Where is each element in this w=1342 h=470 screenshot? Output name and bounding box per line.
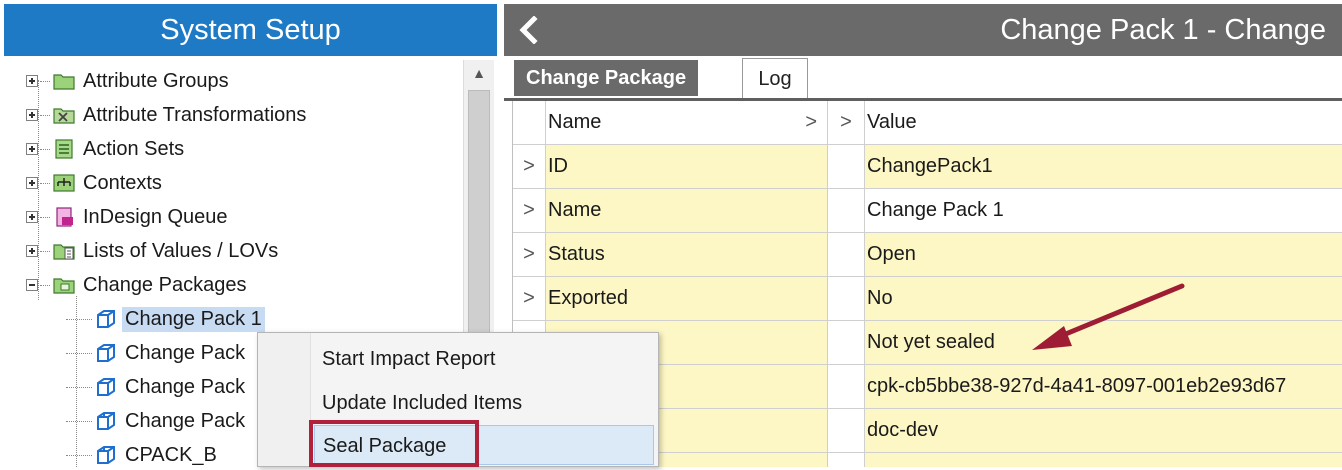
editor-header: Change Pack 1 - Change [504,4,1342,56]
tree-item-lists-of-values[interactable]: Lists of Values / LOVs [26,236,281,266]
tree-item-attribute-groups[interactable]: Attribute Groups [26,66,232,96]
context-menu: Start Impact Report Update Included Item… [257,332,659,467]
row-chevron-icon[interactable]: > [513,233,546,276]
tree-item-indesign-queue[interactable]: InDesign Queue [26,202,231,232]
action-set-icon [52,138,76,160]
change-pack-icon [94,376,118,398]
row-expand-cell [828,409,865,452]
row-name-cell: Name [546,189,828,232]
tab-change-package[interactable]: Change Package [514,60,699,96]
row-value-cell[interactable]: Change Pack 1 [865,189,1342,232]
tree-item-label: Change Pack [125,375,246,398]
row-selector-header [513,101,546,144]
row-name-cell: Status [546,233,828,276]
menu-item-update-included-items[interactable]: Update Included Items [314,383,654,423]
editor-tabs: Change Package Log [504,56,1342,101]
row-name-cell: ID [546,145,828,188]
row-value-cell[interactable]: No [865,277,1342,320]
menu-item-start-impact-report[interactable]: Start Impact Report [314,339,654,379]
chevron-right-icon[interactable]: > [828,101,865,144]
row-expand-cell [828,233,865,276]
package-folder-icon [52,274,76,296]
row-value-cell[interactable]: doc-dev [865,409,1342,452]
tree-item-attribute-transformations[interactable]: Attribute Transformations [26,100,309,130]
grid-header-row: Name > > Value [513,101,1342,145]
row-chevron-icon[interactable]: > [513,189,546,232]
tab-log[interactable]: Log [742,58,808,98]
tree-item-label: Attribute Transformations [83,103,307,126]
tree-item-label: Change Packages [83,273,247,296]
row-chevron-icon[interactable]: > [513,277,546,320]
tree-item-cpack-b[interactable]: CPACK_B [64,440,220,470]
column-header-name[interactable]: Name > [546,101,828,144]
row-value-cell[interactable]: ChangePack1 [865,145,1342,188]
tree-item-label: Action Sets [83,137,185,160]
scroll-thumb[interactable] [468,90,490,350]
column-header-name-label: Name [548,111,602,133]
scroll-up-arrow-icon[interactable]: ▲ [464,60,494,86]
row-expand-cell [828,365,865,408]
expand-icon[interactable] [26,109,38,121]
tree-item-label: Lists of Values / LOVs [83,239,279,262]
change-pack-icon [94,308,118,330]
tree-item-label: Change Pack [125,341,246,364]
tree-item-change-pack[interactable]: Change Pack [64,372,248,402]
row-expand-cell [828,277,865,320]
sealed-pack-icon [94,410,118,432]
editor-title: Change Pack 1 - Change [1000,14,1326,46]
tree-item-change-packages[interactable]: Change Packages [26,270,249,300]
expand-icon[interactable] [26,177,38,189]
sealed-pack-icon [94,444,118,466]
row-expand-cell [828,145,865,188]
system-setup-title: System Setup [4,4,497,56]
row-expand-cell [828,189,865,232]
row-value-cell[interactable]: Open [865,233,1342,276]
tree-item-label: Attribute Groups [83,69,229,92]
context-menu-icon-gutter [258,333,311,466]
tree-item-contexts[interactable]: Contexts [26,168,165,198]
tree-item-action-sets[interactable]: Action Sets [26,134,187,164]
tree-item-change-pack[interactable]: Change Pack [64,406,248,436]
row-chevron-icon[interactable]: > [513,145,546,188]
menu-item-seal-package[interactable]: Seal Package [314,425,654,465]
tree-item-label: Change Pack 1 [122,306,265,332]
tree-item-change-pack[interactable]: Change Pack [64,338,248,368]
tree-item-change-pack-1[interactable]: Change Pack 1 [64,304,265,334]
back-arrow-icon[interactable] [512,12,544,48]
row-name-cell: Exported [546,277,828,320]
row-expand-cell [828,453,865,467]
column-header-value-label: Value [867,111,917,133]
expand-icon[interactable] [26,143,38,155]
context-icon [52,172,76,194]
table-row[interactable]: > Status Open [513,233,1342,277]
change-pack-icon [94,342,118,364]
row-expand-cell [828,321,865,364]
collapse-icon[interactable] [26,279,38,291]
chevron-right-icon[interactable]: > [805,111,817,134]
table-row[interactable]: > Name Change Pack 1 [513,189,1342,233]
table-row[interactable]: > Exported No [513,277,1342,321]
tree-item-label: Contexts [83,171,162,194]
expand-icon[interactable] [26,211,38,223]
lov-icon [52,240,76,262]
folder-icon [52,70,76,92]
expand-icon[interactable] [26,75,38,87]
row-value-cell[interactable] [865,453,1342,467]
expand-icon[interactable] [26,245,38,257]
tree-item-label: InDesign Queue [83,205,228,228]
tree-item-label: Change Pack [125,409,246,432]
row-value-cell[interactable]: cpk-cb5bbe38-927d-4a41-8097-001eb2e93d67 [865,365,1342,408]
column-header-value[interactable]: Value [865,101,1342,144]
indesign-icon [52,206,76,228]
transformation-icon [52,104,76,126]
tree-item-label: CPACK_B [125,443,217,466]
row-value-cell[interactable]: Not yet sealed [865,321,1342,364]
table-row[interactable]: > ID ChangePack1 [513,145,1342,189]
